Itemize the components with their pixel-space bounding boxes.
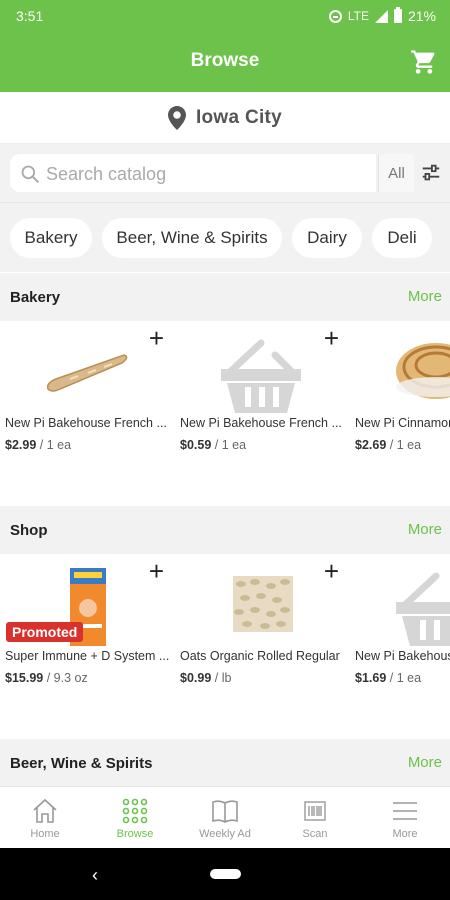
product-card[interactable]: + Oats Organic Rolled Regular $0.99 / lb	[175, 554, 347, 694]
promoted-badge: Promoted	[6, 622, 84, 642]
location-pin-icon	[167, 105, 186, 130]
more-link[interactable]: More	[408, 754, 442, 771]
nav-label: Scan	[302, 828, 328, 840]
product-name: New Pi Bakehouse French ...	[180, 416, 342, 430]
product-name: Super Immune + D System ...	[5, 649, 170, 663]
search-icon	[21, 165, 40, 184]
product-price: $2.69 / 1 ea	[355, 438, 422, 452]
search-placeholder: Search catalog	[46, 164, 167, 184]
chip-bakery[interactable]: Bakery	[10, 218, 92, 258]
basket-placeholder-icon	[221, 339, 301, 413]
product-price: $0.99 / lb	[180, 671, 232, 685]
nav-weekly-ad[interactable]: Weekly Ad	[180, 787, 270, 849]
app-header: Browse	[0, 32, 450, 92]
more-link[interactable]: More	[408, 288, 442, 305]
system-navigation-bar: ‹	[0, 848, 450, 900]
home-pill-icon[interactable]	[210, 869, 241, 879]
product-card[interactable]: + New Pi Bakehouse French ... $2.99 / 1 …	[0, 321, 172, 461]
cinnamon-roll-image	[396, 343, 450, 399]
chip-deli[interactable]: Deli	[372, 218, 432, 258]
chip-dairy[interactable]: Dairy	[292, 218, 362, 258]
status-bar: 3:51 LTE 21%	[0, 0, 450, 32]
product-name: New Pi Bakehouse French ...	[5, 416, 167, 430]
nav-label: More	[392, 828, 418, 840]
add-to-cart-button[interactable]: +	[149, 558, 164, 584]
section-header-bakery: Bakery More	[0, 273, 450, 321]
nav-label: Browse	[116, 828, 154, 840]
product-price: $15.99 / 9.3 oz	[5, 671, 88, 685]
location-label: Iowa City	[195, 106, 283, 128]
add-to-cart-button[interactable]: +	[324, 325, 339, 351]
barcode-icon	[304, 801, 326, 821]
add-to-cart-button[interactable]: +	[149, 325, 164, 351]
product-name: New Pi Cinnamon	[355, 416, 450, 430]
section-title: Bakery	[10, 289, 61, 306]
rolled-oats-image	[233, 576, 293, 632]
product-card[interactable]: Promoted + Super Immune + D System ... $…	[0, 554, 172, 694]
baguette-image	[46, 354, 128, 392]
home-icon	[33, 798, 57, 823]
chip-beer-wine-spirits[interactable]: Beer, Wine & Spirits	[102, 218, 282, 258]
product-card[interactable]: New Pi Bakehouse $1.69 / 1 ea	[350, 554, 450, 694]
bottom-navigation: Home Browse Weekly Ad Scan More	[0, 786, 450, 848]
battery-icon	[393, 7, 402, 23]
filter-icon[interactable]	[420, 162, 442, 184]
battery-level: 21%	[407, 8, 436, 24]
menu-icon	[393, 802, 417, 820]
status-icons: LTE 21%	[328, 7, 436, 24]
section-title: Shop	[10, 522, 48, 539]
nav-scan[interactable]: Scan	[270, 787, 360, 849]
search-scope-button[interactable]: All	[378, 154, 414, 192]
product-price: $1.69 / 1 ea	[355, 671, 422, 685]
section-header-shop: Shop More	[0, 506, 450, 554]
nav-label: Home	[30, 828, 60, 840]
product-price: $2.99 / 1 ea	[5, 438, 72, 452]
section-title: Beer, Wine & Spirits	[10, 755, 153, 772]
search-bar: Search catalog All	[0, 144, 450, 202]
basket-placeholder-icon	[396, 572, 450, 646]
search-input[interactable]: Search catalog	[10, 154, 376, 192]
signal-icon	[374, 9, 388, 23]
category-chips: Bakery Beer, Wine & Spirits Dairy Deli	[0, 202, 450, 272]
do-not-disturb-icon	[328, 9, 342, 23]
nav-more[interactable]: More	[360, 787, 450, 849]
page-title: Browse	[190, 50, 260, 71]
product-name: Oats Organic Rolled Regular	[180, 649, 340, 663]
back-icon[interactable]: ‹	[92, 865, 98, 886]
grid-icon	[122, 798, 148, 824]
cart-icon[interactable]	[410, 48, 438, 76]
nav-browse[interactable]: Browse	[90, 787, 180, 849]
network-label: LTE	[347, 9, 369, 23]
section-header-beer-wine-spirits: Beer, Wine & Spirits More	[0, 739, 450, 787]
add-to-cart-button[interactable]: +	[324, 558, 339, 584]
product-name: New Pi Bakehouse	[355, 649, 450, 663]
status-time: 3:51	[16, 8, 44, 24]
product-price: $0.59 / 1 ea	[180, 438, 247, 452]
store-location[interactable]: Iowa City	[0, 92, 450, 144]
book-icon	[212, 800, 238, 823]
more-link[interactable]: More	[408, 521, 442, 538]
product-card[interactable]: + New Pi Bakehouse French ... $0.59 / 1 …	[175, 321, 347, 461]
nav-label: Weekly Ad	[199, 828, 251, 840]
product-card[interactable]: New Pi Cinnamon $2.69 / 1 ea	[350, 321, 450, 461]
nav-home[interactable]: Home	[0, 787, 90, 849]
